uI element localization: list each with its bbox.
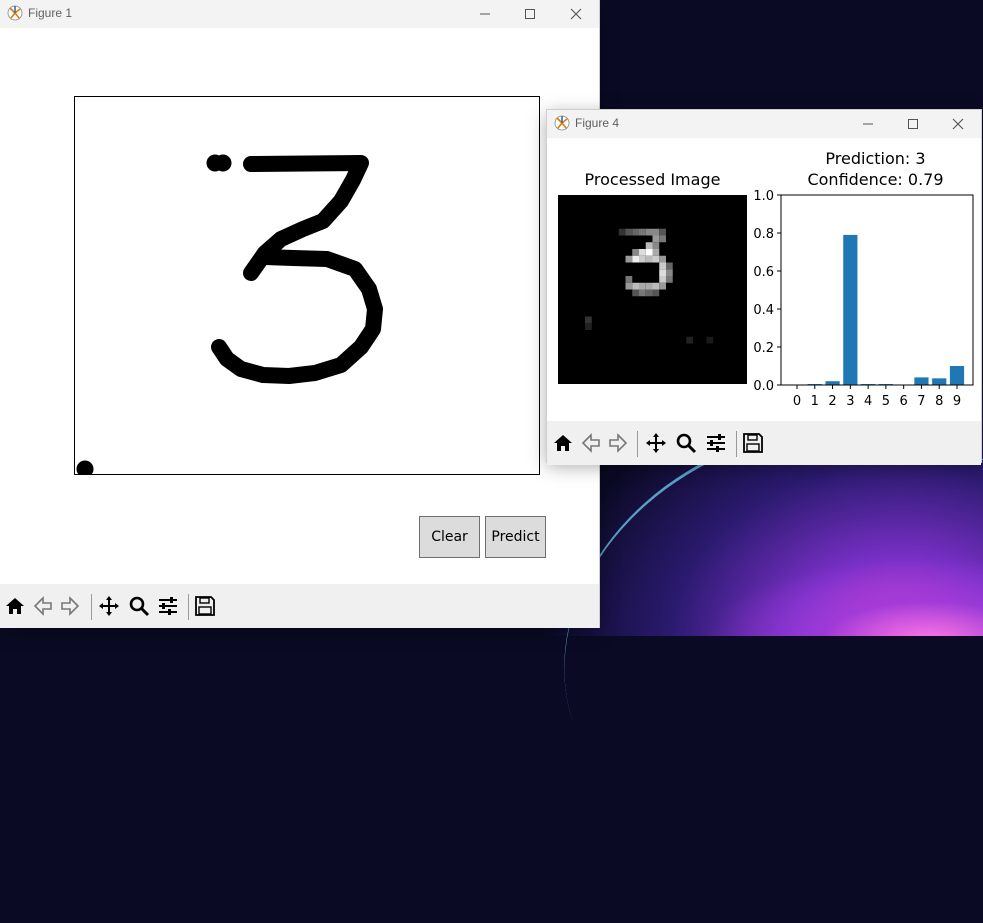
figure4-navigation-toolbar [547, 421, 981, 465]
minimize-icon [863, 123, 873, 125]
pan-button[interactable] [644, 431, 668, 455]
close-button[interactable] [935, 110, 981, 138]
minimize-icon [480, 13, 490, 15]
x-tick-label: 8 [935, 394, 943, 409]
prediction-bar-chart: 0.0 0.2 0.4 0.6 0.8 1.0 0 1 2 3 4 5 6 7 8 9 [753, 189, 974, 409]
zoom-button[interactable] [127, 594, 151, 618]
bar-2 [825, 381, 840, 385]
processed-image-title: Processed Image [584, 170, 721, 189]
back-button[interactable] [579, 431, 603, 455]
y-tick-label: 0.0 [753, 379, 774, 394]
window-title: Figure 1 [28, 6, 73, 20]
configure-subplots-button[interactable] [156, 594, 180, 618]
zoom-button[interactable] [674, 431, 698, 455]
save-icon [743, 433, 763, 453]
zoom-icon [129, 596, 150, 617]
x-tick-label: 0 [793, 394, 801, 409]
processed-image [558, 195, 747, 384]
close-button[interactable] [553, 0, 599, 28]
y-tick-label: 0.4 [753, 303, 774, 318]
figure4-window: Figure 4 Processed Image Prediction: 3 C… [547, 110, 981, 465]
home-icon [6, 598, 24, 614]
window-title: Figure 4 [575, 116, 620, 130]
back-icon [33, 596, 52, 616]
bar-8 [932, 378, 947, 385]
forward-icon [61, 596, 80, 616]
y-tick-label: 0.2 [753, 341, 774, 356]
processed-digit-pixels [585, 228, 714, 344]
x-tick-label: 9 [953, 394, 961, 409]
prediction-title: Prediction: 3 [825, 149, 926, 168]
close-icon [570, 8, 582, 20]
minimize-button[interactable] [845, 110, 891, 138]
clear-button[interactable]: Clear [419, 516, 480, 558]
home-button[interactable] [551, 431, 575, 455]
forward-button[interactable] [606, 431, 630, 455]
y-tick-label: 0.8 [753, 227, 774, 242]
pan-icon [99, 596, 119, 616]
x-tick-label: 4 [864, 394, 872, 409]
x-tick-label: 3 [846, 394, 854, 409]
save-button[interactable] [193, 594, 217, 618]
toolbar-separator [736, 431, 737, 457]
configure-icon [159, 597, 177, 615]
figure1-titlebar[interactable]: Figure 1 [0, 0, 599, 28]
minimize-button[interactable] [462, 0, 508, 28]
configure-icon [707, 434, 725, 452]
handwritten-digit-strokes [76, 154, 383, 478]
zoom-icon [676, 433, 697, 454]
x-tick-label: 7 [917, 394, 925, 409]
drawing-canvas[interactable] [74, 96, 540, 478]
matplotlib-app-icon [554, 115, 570, 131]
axes-frame [780, 194, 974, 386]
forward-button[interactable] [58, 594, 82, 618]
maximize-icon [525, 9, 535, 19]
matplotlib-app-icon [7, 5, 23, 21]
configure-subplots-button[interactable] [704, 431, 728, 455]
x-tick-label: 2 [828, 394, 836, 409]
x-tick-label: 5 [882, 394, 890, 409]
bar-3 [843, 234, 858, 385]
figure1-navigation-toolbar [0, 584, 599, 628]
bar-9 [949, 366, 965, 385]
bar-7 [914, 377, 929, 385]
maximize-button[interactable] [890, 110, 936, 138]
forward-icon [609, 433, 628, 453]
home-button[interactable] [3, 594, 27, 618]
predict-button[interactable]: Predict [485, 516, 546, 558]
save-icon [195, 596, 215, 616]
figure4-titlebar[interactable]: Figure 4 [547, 110, 981, 138]
save-button[interactable] [741, 431, 765, 455]
back-button[interactable] [31, 594, 55, 618]
home-icon [554, 435, 572, 451]
toolbar-separator [91, 594, 92, 620]
y-tick-label: 1.0 [753, 189, 774, 204]
maximize-icon [908, 119, 918, 129]
x-tick-label: 6 [900, 394, 908, 409]
y-tick-label: 0.6 [753, 265, 774, 280]
toolbar-separator [188, 594, 189, 620]
close-icon [952, 118, 964, 130]
maximize-button[interactable] [507, 0, 553, 28]
figure1-window: Figure 1 Clear Predict [0, 0, 599, 628]
back-icon [581, 433, 600, 453]
pan-icon [646, 433, 666, 453]
x-tick-label: 1 [811, 394, 819, 409]
pan-button[interactable] [97, 594, 121, 618]
toolbar-separator [637, 431, 638, 457]
